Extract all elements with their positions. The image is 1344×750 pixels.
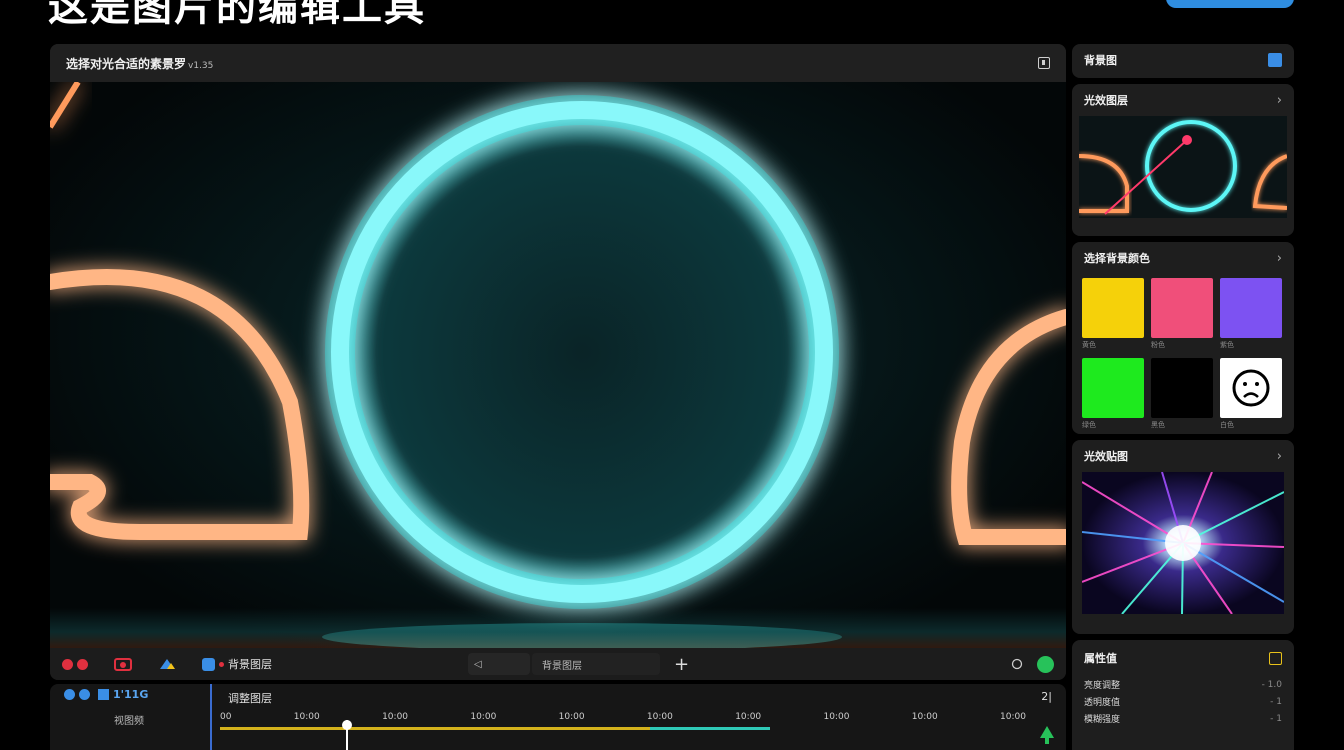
neon-right-arch — [951, 309, 1066, 545]
tick-label: 10:00 — [558, 712, 585, 722]
tick-label: 10:00 — [911, 712, 938, 722]
canvas-preview[interactable] — [50, 82, 1066, 648]
timeline-tracks[interactable]: 调整图层 2| 00 10:00 10:00 10:00 10:00 10:00… — [214, 684, 1066, 750]
chevron-right-icon[interactable]: › — [1277, 93, 1282, 108]
camera-icon — [114, 658, 132, 671]
track-clip-teal[interactable] — [650, 727, 770, 730]
panel-header: 背景图 — [1072, 44, 1294, 78]
property-row[interactable]: 模糊强度 - 1 — [1072, 710, 1294, 727]
layer-icon — [202, 657, 215, 671]
track-clip-yellow[interactable] — [220, 727, 650, 730]
property-value: - 1.0 — [1261, 679, 1282, 690]
panel-toggle-icon[interactable] — [1268, 53, 1282, 67]
property-row[interactable]: 亮度调整 - 1.0 — [1072, 676, 1294, 693]
properties-settings-icon[interactable] — [1269, 651, 1282, 665]
preview-panel-title: 光效图层 — [1084, 94, 1128, 107]
stop-icon[interactable] — [98, 689, 109, 700]
search-icon: ◁ — [474, 658, 482, 670]
track-title: 调整图层 — [228, 692, 272, 705]
chevron-right-icon[interactable]: › — [1277, 449, 1282, 464]
swatch-purple[interactable]: 紫色 — [1220, 278, 1282, 350]
red-dot-icon-2[interactable] — [77, 658, 88, 670]
swatch-yellow[interactable]: 黄色 — [1082, 278, 1144, 350]
property-row[interactable]: 透明度值 - 1 — [1072, 693, 1294, 710]
tick-label: 10:00 — [382, 712, 409, 722]
neon-left-corner — [50, 82, 81, 129]
effects-panel-head[interactable]: 光效贴图 › — [1072, 440, 1294, 472]
search-input[interactable]: ◁ — [468, 653, 530, 675]
timeline-ruler: 00 10:00 10:00 10:00 10:00 10:00 10:00 1… — [220, 712, 1026, 724]
editor-version: v1.35 — [188, 60, 214, 71]
editor-title: 选择对光合适的素景罗 v1.35 — [66, 55, 213, 72]
color-panel-title: 选择背景颜色 — [1084, 252, 1150, 265]
tick-label: 10:00 — [293, 712, 320, 722]
property-name: 模糊强度 — [1084, 715, 1121, 725]
swatch-green[interactable]: 绿色 — [1082, 358, 1144, 430]
property-name: 亮度调整 — [1084, 681, 1121, 691]
confirm-button[interactable] — [1037, 655, 1054, 673]
panel-header-title: 背景图 — [1084, 54, 1117, 67]
marker-icon[interactable] — [1040, 726, 1054, 744]
preview-thumbnail[interactable] — [1079, 116, 1287, 218]
timecode: 1'11G — [113, 688, 149, 701]
layer-button[interactable]: 背景图层 — [202, 656, 272, 672]
canvas-floor — [50, 608, 1066, 648]
playhead[interactable] — [342, 720, 352, 750]
swatch-black[interactable]: 黑色 — [1151, 358, 1213, 430]
property-name: 透明度值 — [1084, 698, 1121, 708]
color-panel-head[interactable]: 选择背景颜色 › — [1072, 242, 1294, 274]
layer-label: 背景图层 — [228, 658, 272, 671]
timeline-controls: 1'11G 视图频 — [50, 684, 212, 750]
effect-burst-thumbnail[interactable] — [1082, 472, 1284, 614]
chevron-right-icon[interactable]: › — [1277, 251, 1282, 266]
export-icon[interactable] — [1038, 57, 1050, 69]
property-value: - 1 — [1270, 696, 1282, 707]
zoom-icon[interactable] — [1011, 658, 1023, 670]
properties-panel: 属性值 亮度调整 - 1.0 透明度值 - 1 模糊强度 - 1 — [1072, 640, 1294, 750]
editor-toolbar: 背景图层 ◁ 背景图层 + — [50, 648, 1066, 680]
neon-left-arch — [50, 269, 310, 540]
tick-label: 10:00 — [470, 712, 497, 722]
preview-panel-head[interactable]: 光效图层 › — [1072, 84, 1294, 116]
neon-scene — [50, 82, 1066, 648]
editor-header: 选择对光合适的素景罗 v1.35 — [50, 44, 1066, 82]
editor-window: 选择对光合适的素景罗 v1.35 背景图层 ◁ 背景图层 + — [50, 44, 1066, 680]
camera-button[interactable] — [114, 657, 132, 671]
properties-panel-head: 属性值 — [1072, 640, 1294, 676]
timeline: 1'11G 视图频 调整图层 2| 00 10:00 10:00 10:00 1… — [50, 684, 1066, 750]
tick-label: 10:00 — [1000, 712, 1026, 722]
tick-label: 10:00 — [823, 712, 850, 722]
tick-label: 10:00 — [735, 712, 762, 722]
layer-field[interactable]: 背景图层 — [532, 653, 660, 675]
sad-face-icon — [1232, 369, 1270, 407]
color-swatches: 黄色 粉色 紫色 绿色 黑色 白色 — [1072, 274, 1294, 434]
effects-panel: 光效贴图 › — [1072, 440, 1294, 634]
effects-panel-title: 光效贴图 — [1084, 450, 1128, 463]
editor-title-text: 选择对光合适的素景罗 — [66, 56, 187, 71]
properties-panel-title: 属性值 — [1084, 652, 1117, 665]
pause-icon[interactable] — [79, 689, 90, 700]
red-dot-icon[interactable] — [62, 658, 73, 670]
burst-core — [1165, 525, 1201, 561]
timeline-end-label: 2| — [1041, 690, 1052, 703]
palette-button[interactable] — [158, 657, 176, 671]
panel-header-row: 背景图 — [1072, 44, 1294, 76]
swatch-white[interactable]: 白色 — [1220, 358, 1282, 430]
property-value: - 1 — [1270, 713, 1282, 724]
timeline-sub-label: 视图频 — [114, 716, 144, 727]
preview-panel: 光效图层 › — [1072, 84, 1294, 236]
page-title: 这是图片的编辑工具 — [48, 0, 426, 30]
tick-label: 10:00 — [646, 712, 673, 722]
add-button[interactable]: + — [674, 654, 689, 675]
color-panel: 选择背景颜色 › 黄色 粉色 紫色 绿色 黑色 白色 — [1072, 242, 1294, 434]
preview-pointer-dot — [1182, 135, 1192, 145]
tick-label: 00 — [220, 712, 232, 722]
swatch-pink[interactable]: 粉色 — [1151, 278, 1213, 350]
palette-icon — [160, 659, 175, 669]
play-icon[interactable] — [64, 689, 75, 700]
record-controls[interactable] — [62, 658, 88, 670]
layer-dot-icon — [219, 661, 224, 667]
top-action-button[interactable] — [1166, 0, 1294, 8]
